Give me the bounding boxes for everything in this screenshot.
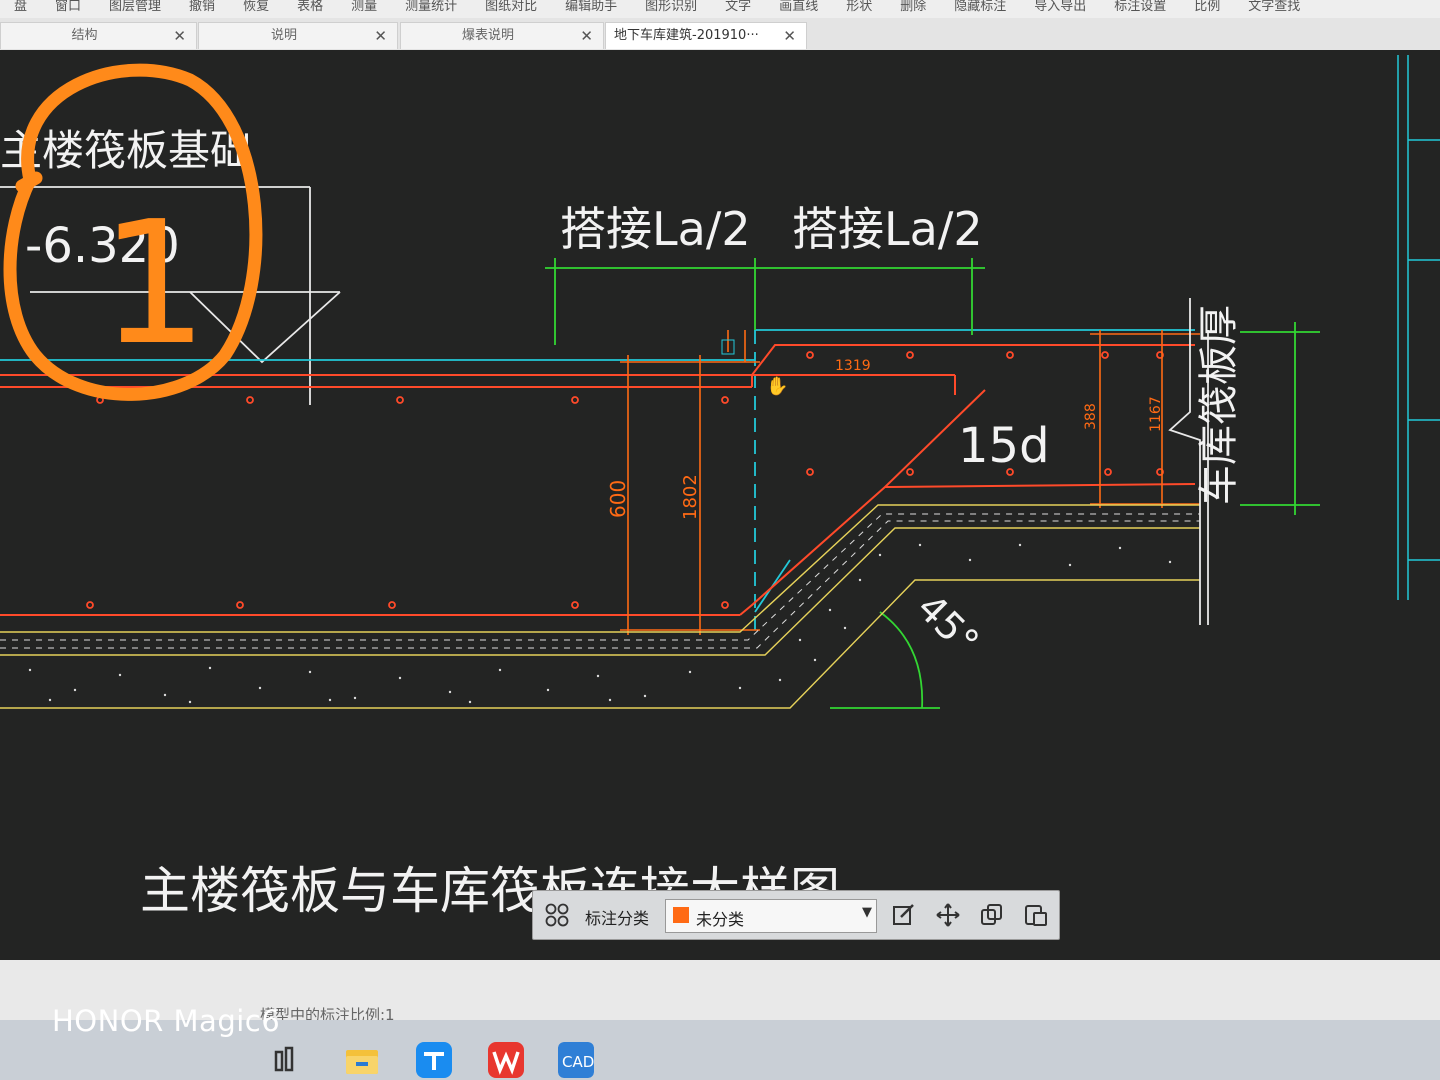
task-view-icon[interactable] bbox=[272, 1042, 308, 1078]
dim-388: 388 bbox=[1083, 403, 1099, 430]
menu-item-undo[interactable]: 撤销 bbox=[175, 0, 229, 18]
category-select[interactable]: 未分类 ▼ bbox=[665, 899, 877, 933]
drawing-frame bbox=[1397, 55, 1440, 600]
lap-label-right: 搭接La/2 bbox=[792, 202, 983, 256]
close-icon[interactable]: ✕ bbox=[783, 23, 796, 49]
edit-icon[interactable] bbox=[891, 902, 917, 928]
menu-item-delete[interactable]: 删除 bbox=[886, 0, 940, 18]
menu-item-line[interactable]: 画直线 bbox=[765, 0, 832, 18]
menu-item-measure[interactable]: 测量 bbox=[337, 0, 391, 18]
file-explorer-icon[interactable] bbox=[344, 1042, 380, 1078]
menu-item-find-text[interactable]: 文字查找 bbox=[1234, 0, 1314, 18]
menu-item-import-export[interactable]: 导入导出 bbox=[1020, 0, 1100, 18]
move-icon[interactable] bbox=[935, 902, 961, 928]
grid-categories-icon[interactable] bbox=[545, 903, 569, 927]
tab-table-notes[interactable]: 爆表说明 ✕ bbox=[400, 22, 604, 49]
hand-cursor-icon: ✋ bbox=[766, 375, 788, 397]
tencent-meeting-icon[interactable] bbox=[416, 1042, 452, 1078]
close-icon[interactable]: ✕ bbox=[580, 23, 593, 49]
handwritten-number: 1 bbox=[100, 185, 208, 383]
menu-item-text[interactable]: 文字 bbox=[711, 0, 765, 18]
menu-item-pan[interactable]: 盘 bbox=[0, 0, 41, 18]
menu-item-hide-annotation[interactable]: 隐藏标注 bbox=[940, 0, 1020, 18]
category-label: 标注分类 bbox=[585, 909, 650, 928]
gravel-hatch bbox=[28, 543, 1172, 704]
lap-label-left: 搭接La/2 bbox=[560, 202, 751, 256]
menu-item-shape[interactable]: 形状 bbox=[832, 0, 886, 18]
dim-1319: 1319 bbox=[835, 358, 871, 374]
tab-label: 结构 bbox=[71, 28, 98, 43]
menu-item-table[interactable]: 表格 bbox=[283, 0, 337, 18]
camera-watermark: HONOR Magic6 bbox=[52, 1004, 281, 1038]
document-tab-bar: 结构 ✕ 说明 ✕ 爆表说明 ✕ 地下车库建筑-201910··· ✕ bbox=[0, 18, 1440, 50]
svg-text:CAD: CAD bbox=[562, 1053, 594, 1071]
annotation-toolbar: 标注分类 未分类 ▼ bbox=[532, 890, 1060, 940]
category-color-swatch bbox=[673, 907, 689, 923]
drawing-canvas[interactable]: 主楼筏板基础 -6.320 搭接La/2 搭接La/2 1319 15d 388… bbox=[0, 50, 1440, 960]
dim-1167: 1167 bbox=[1148, 396, 1164, 432]
dim-1802: 1802 bbox=[680, 474, 701, 520]
anchor-length-label: 15d bbox=[958, 418, 1050, 474]
menu-item-annotation-settings[interactable]: 标注设置 bbox=[1100, 0, 1180, 18]
tab-structure[interactable]: 结构 ✕ bbox=[0, 22, 197, 49]
menu-item-edit-helper[interactable]: 编辑助手 bbox=[551, 0, 631, 18]
menu-item-scale[interactable]: 比例 bbox=[1180, 0, 1234, 18]
tab-garage-architecture[interactable]: 地下车库建筑-201910··· ✕ bbox=[605, 22, 807, 49]
tab-notes[interactable]: 说明 ✕ bbox=[198, 22, 398, 49]
hatch-dashes bbox=[0, 513, 1200, 649]
cushion-layers bbox=[0, 504, 1200, 709]
menu-item-layer-manager[interactable]: 图层管理 bbox=[95, 0, 175, 18]
tab-label: 说明 bbox=[270, 28, 297, 43]
close-icon[interactable]: ✕ bbox=[173, 23, 186, 49]
handwritten-circle-annotation: 1 bbox=[3, 63, 263, 401]
category-value: 未分类 bbox=[696, 910, 745, 929]
copy-icon[interactable] bbox=[979, 902, 1005, 928]
tab-label: 爆表说明 bbox=[461, 28, 514, 43]
chevron-down-icon: ▼ bbox=[862, 905, 872, 920]
menu-item-recognize[interactable]: 图形识别 bbox=[631, 0, 711, 18]
menu-item-compare[interactable]: 图纸对比 bbox=[471, 0, 551, 18]
menu-item-window[interactable]: 窗口 bbox=[41, 0, 95, 18]
dim-600: 600 bbox=[606, 480, 630, 518]
menu-item-redo[interactable]: 恢复 bbox=[229, 0, 283, 18]
close-icon[interactable]: ✕ bbox=[374, 23, 387, 49]
tab-label: 地下车库建筑-201910··· bbox=[614, 28, 759, 43]
garage-slab-thickness-label: 车库筏板厚 bbox=[1196, 305, 1242, 505]
wps-icon[interactable] bbox=[488, 1042, 524, 1078]
cad-viewer-icon[interactable]: CAD bbox=[558, 1042, 594, 1078]
angle-label: 45° bbox=[909, 585, 988, 664]
menu-item-measure-stats[interactable]: 测量统计 bbox=[391, 0, 471, 18]
paste-icon[interactable] bbox=[1023, 902, 1049, 928]
menu-bar: 盘 窗口 图层管理 撤销 恢复 表格 测量 测量统计 图纸对比 编辑助手 图形识… bbox=[0, 0, 1440, 18]
